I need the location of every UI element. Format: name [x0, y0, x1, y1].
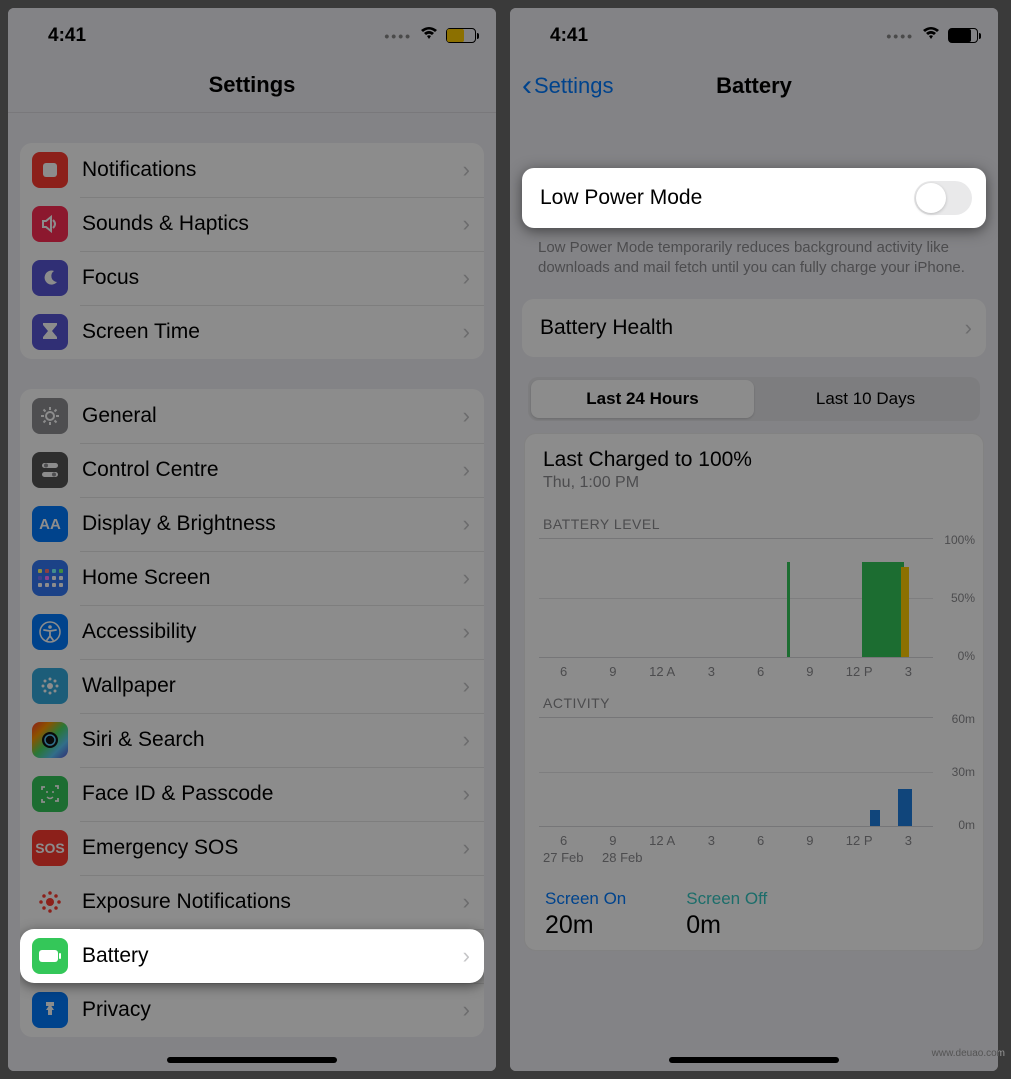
- settings-screen: 4:41 •••• Settings Notifications › Sound…: [8, 8, 496, 1071]
- battery-level-label: BATTERY LEVEL: [539, 512, 977, 538]
- siri-icon: [32, 722, 68, 758]
- faceid-icon: [32, 776, 68, 812]
- last-charged-time: Thu, 1:00 PM: [539, 472, 977, 512]
- battery-screen: 4:41 •••• ‹ Settings Battery Low Power M…: [510, 8, 998, 1071]
- x-axis-dates: 27 Feb28 Feb: [539, 850, 933, 875]
- accessibility-icon: [32, 614, 68, 650]
- display-icon: AA: [32, 506, 68, 542]
- chevron-right-icon: ›: [463, 565, 470, 591]
- battery-health-row[interactable]: Battery Health ›: [522, 299, 986, 357]
- seg-10d[interactable]: Last 10 Days: [754, 380, 977, 418]
- row-siri[interactable]: Siri & Search ›: [20, 713, 484, 767]
- cellular-dots-icon: ••••: [886, 28, 914, 44]
- row-faceid[interactable]: Face ID & Passcode ›: [20, 767, 484, 821]
- general-icon: [32, 398, 68, 434]
- wifi-icon: [922, 26, 940, 45]
- screentime-icon: [32, 314, 68, 350]
- time-range-segmented[interactable]: Last 24 Hours Last 10 Days: [528, 377, 980, 421]
- wallpaper-icon: [32, 668, 68, 704]
- row-privacy[interactable]: Privacy ›: [20, 983, 484, 1037]
- chevron-right-icon: ›: [463, 619, 470, 645]
- chevron-right-icon: ›: [463, 265, 470, 291]
- wifi-icon: [420, 26, 438, 45]
- chevron-right-icon: ›: [463, 319, 470, 345]
- control-centre-icon: [32, 452, 68, 488]
- nav-header: Settings: [8, 58, 496, 113]
- status-bar: 4:41 ••••: [8, 8, 496, 58]
- exposure-icon: [32, 884, 68, 920]
- chevron-right-icon: ›: [463, 781, 470, 807]
- lpm-label: Low Power Mode: [534, 186, 900, 210]
- chevron-right-icon: ›: [463, 457, 470, 483]
- sos-icon: SOS: [32, 830, 68, 866]
- battery-icon: [446, 28, 476, 43]
- settings-group-1: Notifications › Sounds & Haptics › Focus…: [20, 143, 484, 359]
- low-power-mode-row: Low Power Mode: [522, 168, 986, 228]
- home-indicator[interactable]: [669, 1057, 839, 1063]
- last-charged-title: Last Charged to 100%: [539, 448, 977, 472]
- chevron-right-icon: ›: [463, 211, 470, 237]
- chevron-right-icon: ›: [463, 835, 470, 861]
- row-general[interactable]: General ›: [20, 389, 484, 443]
- screen-off-value: 0m: [686, 909, 767, 940]
- row-battery[interactable]: Battery ›: [20, 929, 484, 983]
- chevron-right-icon: ›: [965, 315, 972, 341]
- seg-24h[interactable]: Last 24 Hours: [531, 380, 754, 418]
- chevron-right-icon: ›: [463, 403, 470, 429]
- chevron-right-icon: ›: [463, 997, 470, 1023]
- status-time: 4:41: [550, 25, 588, 47]
- status-time: 4:41: [48, 25, 86, 47]
- back-button[interactable]: ‹ Settings: [522, 71, 614, 101]
- chevron-left-icon: ‹: [522, 71, 532, 101]
- page-title: Battery: [716, 73, 792, 99]
- battery-row-icon: [32, 938, 68, 974]
- homescreen-icon: [32, 560, 68, 596]
- row-notifications[interactable]: Notifications ›: [20, 143, 484, 197]
- chevron-right-icon: ›: [463, 673, 470, 699]
- screen-off-label: Screen Off: [686, 889, 767, 909]
- row-accessibility[interactable]: Accessibility ›: [20, 605, 484, 659]
- x-axis-hours-2: 69 12 A3 69 12 P3: [539, 827, 933, 850]
- nav-header: ‹ Settings Battery: [510, 58, 998, 113]
- status-bar: 4:41 ••••: [510, 8, 998, 58]
- activity-label: ACTIVITY: [539, 681, 977, 717]
- row-display[interactable]: AA Display & Brightness ›: [20, 497, 484, 551]
- chevron-right-icon: ›: [463, 157, 470, 183]
- chevron-right-icon: ›: [463, 727, 470, 753]
- screen-on-label: Screen On: [545, 889, 626, 909]
- chevron-right-icon: ›: [463, 889, 470, 915]
- sounds-icon: [32, 206, 68, 242]
- row-homescreen[interactable]: Home Screen ›: [20, 551, 484, 605]
- focus-icon: [32, 260, 68, 296]
- notifications-icon: [32, 152, 68, 188]
- row-control-centre[interactable]: Control Centre ›: [20, 443, 484, 497]
- page-title: Settings: [209, 72, 296, 98]
- chevron-right-icon: ›: [463, 943, 470, 969]
- lpm-toggle[interactable]: [914, 181, 972, 215]
- screen-on-value: 20m: [545, 909, 626, 940]
- cellular-dots-icon: ••••: [384, 28, 412, 44]
- x-axis-hours: 69 12 A3 69 12 P3: [539, 658, 933, 681]
- settings-group-2: General › Control Centre › AA Display & …: [20, 389, 484, 1037]
- row-screentime[interactable]: Screen Time ›: [20, 305, 484, 359]
- screen-stats: Screen On 20m Screen Off 0m: [539, 875, 977, 940]
- row-sos[interactable]: SOS Emergency SOS ›: [20, 821, 484, 875]
- activity-chart: 60m 30m 0m: [539, 717, 933, 827]
- battery-level-chart: 100% 50% 0%: [539, 538, 933, 658]
- row-wallpaper[interactable]: Wallpaper ›: [20, 659, 484, 713]
- battery-icon: [948, 28, 978, 43]
- row-focus[interactable]: Focus ›: [20, 251, 484, 305]
- chevron-right-icon: ›: [463, 511, 470, 537]
- home-indicator[interactable]: [167, 1057, 337, 1063]
- row-exposure[interactable]: Exposure Notifications ›: [20, 875, 484, 929]
- privacy-icon: [32, 992, 68, 1028]
- watermark: www.deuao.com: [932, 1048, 1005, 1059]
- lpm-footnote: Low Power Mode temporarily reduces backg…: [510, 228, 998, 279]
- usage-panel: Last Charged to 100% Thu, 1:00 PM BATTER…: [524, 433, 984, 951]
- row-sounds[interactable]: Sounds & Haptics ›: [20, 197, 484, 251]
